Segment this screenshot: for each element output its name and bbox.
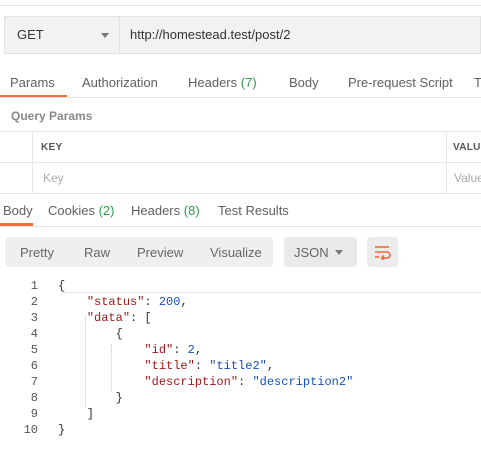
- code-token: "title": [144, 359, 195, 373]
- code-token: :: [144, 295, 159, 309]
- wrap-lines-icon: [375, 246, 391, 260]
- query-params-title: Query Params: [11, 109, 93, 123]
- code-token: ]: [58, 407, 95, 421]
- tab-label: Body: [3, 203, 33, 218]
- code-line: 8 }: [18, 390, 353, 406]
- code-line: 10}: [18, 422, 353, 438]
- code-token: : [: [130, 311, 152, 325]
- tab-label: Headers: [188, 75, 238, 90]
- tab-label: Body: [289, 75, 319, 90]
- line-number: 4: [30, 327, 38, 341]
- tab-label: Pre-request Script: [348, 75, 453, 90]
- code-line: 6 "title": "title2",: [18, 358, 353, 374]
- tab-label: T: [474, 75, 481, 90]
- code-token: :: [194, 359, 210, 373]
- code-token: ,: [180, 295, 188, 309]
- code-line: 2 "status": 200,: [18, 294, 353, 310]
- line-number: 6: [30, 359, 38, 373]
- code-token: "id": [144, 343, 174, 357]
- table-row-border: [0, 162, 481, 163]
- code-token: {: [58, 279, 66, 293]
- code-token: "description2": [252, 375, 354, 389]
- tab-label: Params: [10, 75, 55, 90]
- code-token: ,: [266, 359, 275, 373]
- view-pretty-button[interactable]: Pretty: [20, 245, 54, 260]
- code-token: ,: [194, 343, 203, 357]
- code-token: "description": [144, 375, 239, 389]
- tab-label: Test Results: [218, 203, 289, 218]
- code-line: 7 "description": "description2": [18, 374, 353, 390]
- method-select[interactable]: GET: [4, 16, 120, 54]
- response-tab-body[interactable]: Body: [3, 203, 33, 218]
- code-token: :: [238, 375, 253, 389]
- table-top-border: [0, 131, 481, 132]
- tab-count: (2): [98, 203, 115, 218]
- response-tabs-divider: [0, 226, 481, 227]
- view-preview-button[interactable]: Preview: [137, 245, 183, 260]
- code-token: "status": [86, 295, 145, 309]
- key-column-header: KEY: [41, 142, 63, 153]
- url-value: http://homestead.test/post/2: [130, 27, 291, 42]
- tab-headers[interactable]: Headers (7): [188, 75, 257, 90]
- code-token: 2: [187, 343, 195, 357]
- tab-count: (8): [183, 203, 200, 218]
- url-input[interactable]: http://homestead.test/post/2: [120, 16, 481, 54]
- code-token: "data": [86, 311, 131, 325]
- tab-label: Cookies: [48, 203, 95, 218]
- chevron-down-icon: [335, 250, 343, 255]
- response-tab-headers[interactable]: Headers (8): [131, 203, 200, 218]
- code-token: 200: [158, 295, 181, 309]
- view-visualize-button[interactable]: Visualize: [210, 245, 262, 260]
- line-number: 9: [30, 407, 38, 421]
- line-number: 10: [23, 423, 38, 437]
- tab-authorization[interactable]: Authorization: [82, 75, 158, 90]
- format-label: JSON: [294, 245, 329, 260]
- line-number: 2: [30, 295, 38, 309]
- code-token: "title2": [209, 359, 267, 373]
- tab-label: Headers: [131, 203, 181, 218]
- top-divider: [0, 0, 481, 6]
- tab-tests[interactable]: T: [474, 75, 481, 90]
- response-tab-test-results[interactable]: Test Results: [218, 203, 289, 218]
- code-token: }: [58, 391, 123, 405]
- line-number: 8: [30, 391, 38, 405]
- tab-count: (7): [240, 75, 257, 90]
- value-input[interactable]: Value: [454, 171, 481, 185]
- code-token: :: [173, 343, 188, 357]
- code-token: }: [58, 423, 66, 437]
- response-body-code[interactable]: 1{2 "status": 200, 3 "data": [4 {5 "id": …: [18, 278, 354, 438]
- tabs-divider: [0, 97, 481, 98]
- table-bottom-border: [0, 193, 481, 194]
- key-input[interactable]: Key: [43, 171, 64, 185]
- code-line: 9 ]: [18, 406, 353, 422]
- response-tab-cookies[interactable]: Cookies (2): [48, 203, 114, 218]
- line-number: 1: [30, 279, 38, 293]
- tab-label: Authorization: [82, 75, 158, 90]
- code-line: 5 "id": 2,: [18, 342, 353, 358]
- tab-params[interactable]: Params: [10, 75, 55, 90]
- line-number: 3: [30, 311, 38, 325]
- wrap-lines-button[interactable]: [367, 237, 398, 267]
- format-select[interactable]: JSON: [284, 237, 357, 267]
- view-raw-button[interactable]: Raw: [84, 245, 110, 260]
- line-number: 7: [30, 375, 38, 389]
- chevron-down-icon: [101, 33, 109, 38]
- code-line: 1{: [18, 278, 353, 294]
- value-column-header: VALUE: [453, 142, 481, 153]
- tab-body[interactable]: Body: [289, 75, 319, 90]
- code-line: 4 {: [18, 326, 353, 342]
- method-label: GET: [17, 27, 44, 42]
- code-line: 3 "data": [: [18, 310, 353, 326]
- line-number: 5: [30, 343, 38, 357]
- tab-pre-request-script[interactable]: Pre-request Script: [348, 75, 453, 90]
- code-token: {: [58, 327, 123, 341]
